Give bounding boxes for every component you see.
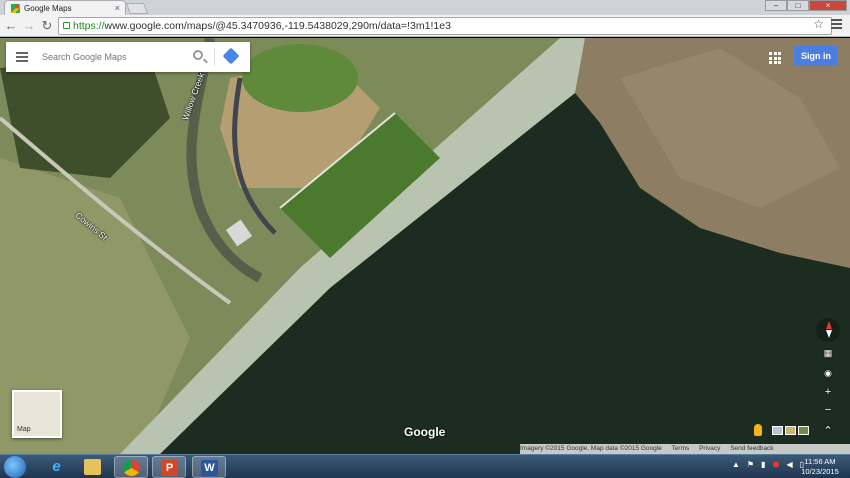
address-bar[interactable]: https://www.google.com/maps/@45.3470936,…: [58, 17, 832, 35]
my-location-icon[interactable]: ◉: [820, 368, 836, 379]
chrome-window: Google Maps × – □ × ← → ↻ https://www.go…: [0, 0, 850, 478]
thumbnail-1[interactable]: [772, 426, 783, 435]
zoom-out-button[interactable]: −: [820, 404, 836, 416]
windows-taskbar: e P W ▲ ⚑ ▮ ⬢ ◀ ▯ 11:56 AM 10/23/2015: [0, 454, 850, 478]
browser-toolbar: ← → ↻ https://www.google.com/maps/@45.34…: [0, 15, 850, 37]
maximize-button[interactable]: □: [787, 0, 809, 11]
search-box: [6, 42, 250, 72]
url-path: www.google.com/maps/@45.3470936,-119.543…: [104, 20, 451, 32]
taskbar-clock[interactable]: 11:56 AM 10/23/2015: [800, 457, 840, 477]
search-input[interactable]: [42, 49, 182, 65]
hamburger-menu-icon[interactable]: [16, 52, 28, 64]
thumbnail-3[interactable]: [798, 426, 809, 435]
google-maps-favicon-icon: [11, 3, 20, 13]
expand-icon[interactable]: ⌃: [820, 424, 836, 437]
tilt-grid-icon[interactable]: ▦: [820, 348, 836, 359]
minimize-button[interactable]: –: [765, 0, 787, 11]
folder-icon: [84, 459, 101, 475]
network-icon[interactable]: ▮: [761, 460, 765, 469]
tab-strip: Google Maps × – □ ×: [0, 0, 850, 15]
taskbar-powerpoint[interactable]: P: [152, 456, 186, 478]
lock-icon: [63, 22, 70, 29]
clock-date: 10/23/2015: [801, 467, 839, 476]
forward-arrow-icon[interactable]: →: [22, 19, 36, 33]
taskbar-chrome[interactable]: [114, 456, 148, 478]
word-icon: W: [201, 460, 218, 476]
search-icon[interactable]: [193, 50, 203, 60]
ie-icon: e: [52, 458, 61, 475]
tab-google-maps[interactable]: Google Maps ×: [4, 0, 126, 15]
tray-expand-icon[interactable]: ▲: [732, 460, 740, 469]
powerpoint-icon: P: [161, 460, 178, 476]
tab-close-icon[interactable]: ×: [115, 3, 120, 13]
taskbar-ie[interactable]: e: [40, 456, 74, 478]
google-logo: Google: [404, 425, 446, 439]
clock-time: 11:56 AM: [804, 457, 836, 466]
zoom-in-button[interactable]: +: [820, 386, 836, 398]
tab-title: Google Maps: [24, 3, 72, 13]
terms-link[interactable]: Terms: [672, 445, 690, 452]
url-scheme: https://: [73, 20, 105, 32]
minimap-label: Map: [17, 426, 31, 433]
imagery-thumbnails[interactable]: [772, 426, 809, 435]
directions-icon[interactable]: [222, 47, 240, 65]
taskbar-word[interactable]: W: [192, 456, 226, 478]
volume-icon[interactable]: ◀: [786, 460, 792, 469]
thumbnail-2[interactable]: [785, 426, 796, 435]
map-view-toggle[interactable]: Map: [12, 390, 62, 438]
reload-icon[interactable]: ↻: [40, 19, 54, 33]
chrome-menu-icon[interactable]: [831, 19, 842, 31]
window-close-button[interactable]: ×: [809, 0, 847, 11]
privacy-link[interactable]: Privacy: [699, 445, 720, 452]
bookmark-star-icon[interactable]: ☆: [813, 17, 824, 31]
sign-in-button[interactable]: Sign in: [794, 46, 838, 66]
imagery-attribution: Imagery ©2015 Google, Map data ©2015 Goo…: [520, 445, 662, 452]
new-tab-button[interactable]: [125, 3, 149, 14]
start-button[interactable]: [4, 456, 26, 478]
flag-icon[interactable]: ⚑: [747, 460, 754, 469]
pegman-icon[interactable]: [754, 424, 762, 436]
compass-icon[interactable]: [816, 318, 840, 342]
send-feedback-link[interactable]: Send feedback: [730, 445, 773, 452]
back-arrow-icon[interactable]: ←: [4, 19, 18, 33]
security-icon[interactable]: ⬢: [772, 460, 779, 469]
google-apps-icon[interactable]: [769, 52, 781, 64]
taskbar-explorer[interactable]: [76, 456, 110, 478]
search-divider: [214, 48, 215, 66]
map-footer: Imagery ©2015 Google, Map data ©2015 Goo…: [520, 444, 850, 454]
system-tray: ▲ ⚑ ▮ ⬢ ◀ ▯: [732, 460, 804, 469]
satellite-imagery: [0, 38, 850, 454]
satellite-map[interactable]: Sign in Willow Creek Cowins St Map Googl…: [0, 38, 850, 454]
chrome-icon: [123, 460, 140, 476]
